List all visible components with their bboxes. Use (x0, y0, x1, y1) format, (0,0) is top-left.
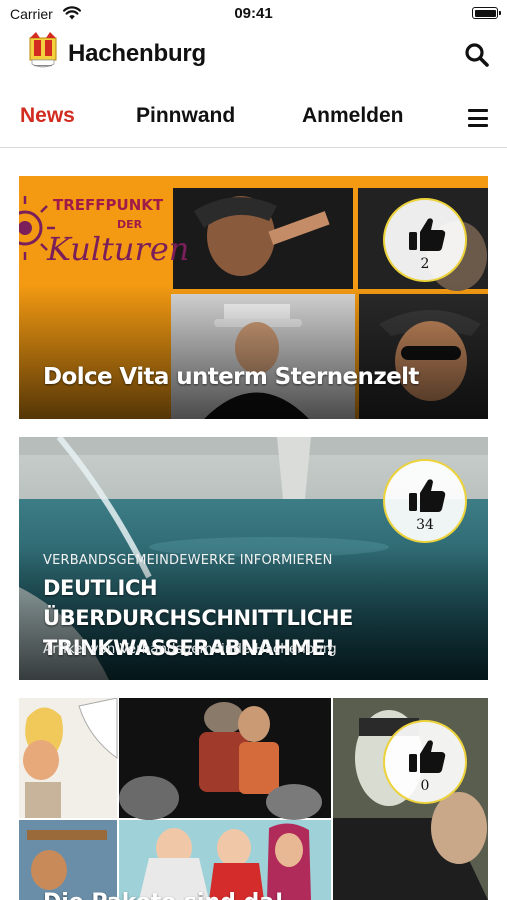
news-card[interactable]: VERBANDSGEMEINDEWERKE INFORMIEREN DEUTLI… (19, 437, 488, 680)
like-count: 2 (420, 256, 430, 272)
like-count: 0 (420, 778, 430, 794)
like-count: 34 (416, 517, 434, 533)
card-title-line1: DEUTLICH ÜBERDURCHSCHNITTLICHE (43, 576, 353, 630)
card-kicker: VERBANDSGEMEINDEWERKE INFORMIEREN (43, 553, 333, 568)
card-gradient (19, 285, 488, 419)
tab-anmelden[interactable]: Anmelden (302, 104, 404, 128)
hamburger-menu-icon[interactable] (468, 108, 490, 128)
app-header: Hachenburg (0, 28, 507, 82)
event-logo-line1: TREFFPUNKT (53, 196, 164, 214)
like-button[interactable]: 0 (383, 720, 467, 804)
thumbs-up-icon (409, 740, 446, 773)
thumbs-up-icon (409, 479, 446, 512)
news-card[interactable]: Die Pakete sind da! 0 (19, 698, 488, 900)
tab-pinnwand[interactable]: Pinnwand (136, 104, 235, 128)
hachenburg-logo (29, 32, 57, 68)
status-time: 09:41 (234, 5, 273, 22)
tab-news[interactable]: News (20, 104, 75, 128)
card-title: Dolce Vita unterm Sternenzelt (43, 364, 419, 390)
card-title: Die Pakete sind da! (43, 890, 284, 900)
status-bar: Carrier 09:41 (0, 0, 507, 28)
app-title: Hachenburg (68, 40, 207, 67)
tab-bar: News Pinnwand Anmelden (0, 92, 507, 148)
event-logo-line3: Kulturen (46, 230, 189, 268)
card-author: Artikel von Verbandsgemeinde Hachenburg (43, 641, 337, 657)
search-icon[interactable] (462, 40, 492, 70)
thumbs-up-icon (409, 218, 446, 251)
news-card[interactable]: TREFFPUNKT DER Kulturen Dolce Vita unter… (19, 176, 488, 419)
like-button[interactable]: 2 (383, 198, 467, 282)
battery-icon (472, 7, 501, 19)
like-button[interactable]: 34 (383, 459, 467, 543)
